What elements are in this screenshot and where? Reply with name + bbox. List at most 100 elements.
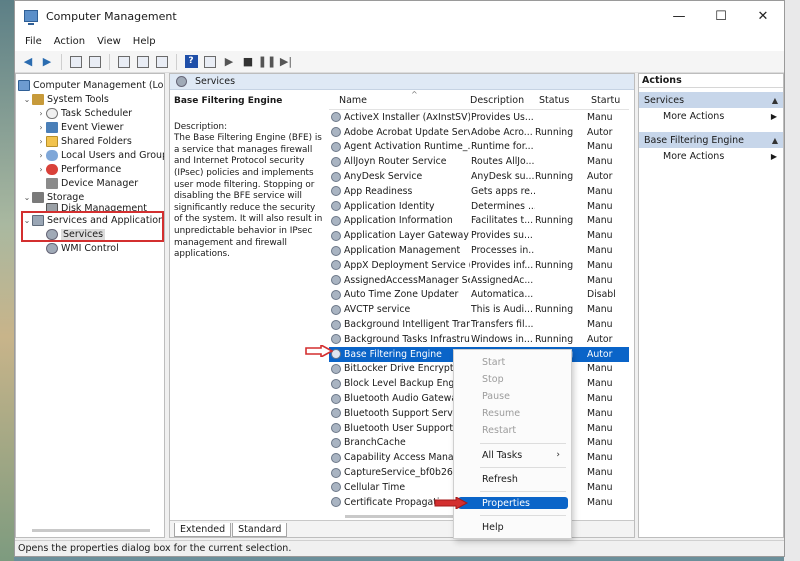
- show-hide-tree-icon[interactable]: [87, 54, 103, 70]
- tree-item-system-tools[interactable]: ⌄ System Tools: [22, 92, 109, 106]
- service-name: AVCTP service: [344, 304, 411, 316]
- more-actions-bfe[interactable]: More Actions ▶: [639, 148, 783, 164]
- close-button[interactable]: ✕: [742, 9, 784, 24]
- menu-help[interactable]: Help: [127, 36, 162, 47]
- minimize-button[interactable]: —: [658, 9, 700, 24]
- menu-view[interactable]: View: [91, 36, 127, 47]
- service-name-cell: AVCTP service: [329, 304, 470, 315]
- table-row[interactable]: Application Identity Determines ... Manu: [329, 199, 629, 214]
- chevron-down-icon[interactable]: ⌄: [22, 193, 32, 202]
- tree-item-root[interactable]: Computer Management (Local: [18, 78, 164, 92]
- menu-item-all-tasks[interactable]: All Tasks ›: [458, 448, 568, 462]
- gear-icon: [176, 76, 187, 87]
- horizontal-scrollbar[interactable]: [32, 529, 150, 532]
- tree-item-storage[interactable]: ⌄ Storage: [22, 190, 84, 204]
- column-header-status[interactable]: Status: [535, 95, 587, 109]
- title-bar[interactable]: Computer Management — ☐ ✕: [15, 1, 784, 31]
- table-row[interactable]: Application Information Facilitates t... R…: [329, 214, 629, 229]
- back-arrow-icon[interactable]: ◀: [20, 54, 36, 70]
- menu-action[interactable]: Action: [48, 36, 91, 47]
- tree-item-device-manager[interactable]: Device Manager: [46, 176, 138, 190]
- menu-file[interactable]: File: [19, 36, 48, 47]
- service-name-cell: AllJoyn Router Service: [329, 156, 470, 167]
- menu-item-help[interactable]: Help: [458, 520, 568, 534]
- service-name-cell: Background Intelligent Tran...: [329, 319, 470, 330]
- description-text: The Base Filtering Engine (BFE) is a ser…: [174, 133, 323, 260]
- tree-label: Storage: [47, 191, 85, 203]
- tree-item-local-users[interactable]: › Local Users and Groups: [36, 148, 164, 162]
- tree-item-task-scheduler[interactable]: › Task Scheduler: [36, 106, 132, 120]
- service-startup-cell: Manu: [587, 378, 613, 390]
- properties-icon[interactable]: [154, 54, 170, 70]
- menu-item-refresh[interactable]: Refresh: [458, 472, 568, 486]
- table-row[interactable]: AllJoyn Router Service Routes AllJo... Man…: [329, 154, 629, 169]
- export-list-icon[interactable]: [135, 54, 151, 70]
- column-header-description[interactable]: Description: [470, 95, 535, 109]
- table-row[interactable]: Adobe Acrobat Update Serv... Adobe Acro..…: [329, 125, 629, 140]
- menu-item-restart[interactable]: Restart: [458, 423, 568, 437]
- column-header-name[interactable]: Name: [329, 95, 470, 109]
- chevron-right-icon[interactable]: ›: [36, 109, 46, 118]
- menu-item-pause[interactable]: Pause: [458, 389, 568, 403]
- up-folder-icon[interactable]: [68, 54, 84, 70]
- menu-item-stop[interactable]: Stop: [458, 372, 568, 386]
- chevron-right-icon[interactable]: ›: [36, 165, 46, 174]
- table-row[interactable]: Application Layer Gateway ... Provides su…: [329, 228, 629, 243]
- tree-item-wmi-control[interactable]: WMI Control: [46, 241, 119, 255]
- chevron-right-icon[interactable]: ›: [36, 151, 46, 160]
- show-action-pane-icon[interactable]: [202, 54, 218, 70]
- service-name-cell: Base Filtering Engine: [329, 349, 470, 360]
- tree-label: WMI Control: [61, 242, 119, 254]
- tab-extended[interactable]: Extended: [174, 523, 232, 537]
- service-name-cell: BranchCache: [329, 437, 470, 448]
- table-row[interactable]: Background Tasks Infrastruc... Windows in…: [329, 332, 629, 347]
- tree-item-shared-folders[interactable]: › Shared Folders: [36, 134, 132, 148]
- menu-item-properties[interactable]: Properties: [458, 497, 568, 509]
- stop-service-icon[interactable]: ■: [240, 54, 256, 70]
- menu-item-start[interactable]: Start: [458, 355, 568, 369]
- table-row[interactable]: AVCTP service This is Audi... Running Manu: [329, 302, 629, 317]
- collapse-up-icon[interactable]: ▲: [772, 136, 778, 145]
- collapse-up-icon[interactable]: ▲: [772, 96, 778, 105]
- chevron-down-icon[interactable]: ⌄: [22, 95, 32, 104]
- service-name-cell: ActiveX Installer (AxInstSV): [329, 112, 470, 123]
- refresh-icon[interactable]: [116, 54, 132, 70]
- tab-standard[interactable]: Standard: [232, 523, 288, 537]
- service-name: Application Identity: [344, 200, 435, 212]
- table-row[interactable]: Auto Time Zone Updater Automatica... Disab…: [329, 288, 629, 303]
- actions-section-services[interactable]: Services ▲: [639, 92, 783, 108]
- table-row[interactable]: App Readiness Gets apps re... Manu: [329, 184, 629, 199]
- menu-item-resume[interactable]: Resume: [458, 406, 568, 420]
- table-row[interactable]: AnyDesk Service AnyDesk su... Running Autor: [329, 169, 629, 184]
- service-description-panel: Base Filtering Engine Description: The B…: [174, 96, 326, 261]
- actions-section-bfe[interactable]: Base Filtering Engine ▲: [639, 132, 783, 148]
- tree-item-event-viewer[interactable]: › Event Viewer: [36, 120, 124, 134]
- more-actions-label: More Actions: [663, 110, 725, 122]
- service-name: BranchCache: [344, 437, 406, 449]
- forward-arrow-icon[interactable]: ▶: [39, 54, 55, 70]
- maximize-button[interactable]: ☐: [700, 9, 742, 24]
- horizontal-scrollbar[interactable]: [345, 515, 465, 518]
- table-row[interactable]: AppX Deployment Service (... Provides inf…: [329, 258, 629, 273]
- service-name-cell: Bluetooth Support Servic...: [329, 408, 470, 419]
- table-row[interactable]: ActiveX Installer (AxInstSV) Provides Us.…: [329, 110, 629, 125]
- column-header-startup[interactable]: Startu: [587, 95, 620, 109]
- restart-service-icon[interactable]: ▶|: [278, 54, 294, 70]
- pause-service-icon[interactable]: ❚❚: [258, 54, 276, 70]
- service-name-cell: Application Identity: [329, 201, 470, 212]
- chevron-right-icon[interactable]: ›: [36, 123, 46, 132]
- chevron-right-icon[interactable]: ›: [36, 137, 46, 146]
- more-actions-services[interactable]: More Actions ▶: [639, 108, 783, 124]
- gear-icon: [331, 497, 341, 508]
- table-row[interactable]: AssignedAccessManager Se... AssignedAc...…: [329, 273, 629, 288]
- toolbar: ◀ ▶ ? ▶ ■ ❚❚ ▶|: [15, 51, 784, 73]
- main-area: Computer Management (Local ⌄ System Tool…: [15, 73, 784, 540]
- tree-item-performance[interactable]: › Performance: [36, 162, 121, 176]
- help-icon[interactable]: ?: [183, 54, 199, 70]
- table-row[interactable]: Application Management Processes in... Man…: [329, 243, 629, 258]
- table-row[interactable]: Background Intelligent Tran... Transfers …: [329, 317, 629, 332]
- menu-separator: [480, 515, 566, 516]
- start-service-icon[interactable]: ▶: [221, 54, 237, 70]
- window-title: Computer Management: [46, 9, 177, 23]
- table-row[interactable]: Agent Activation Runtime_... Runtime for.…: [329, 140, 629, 155]
